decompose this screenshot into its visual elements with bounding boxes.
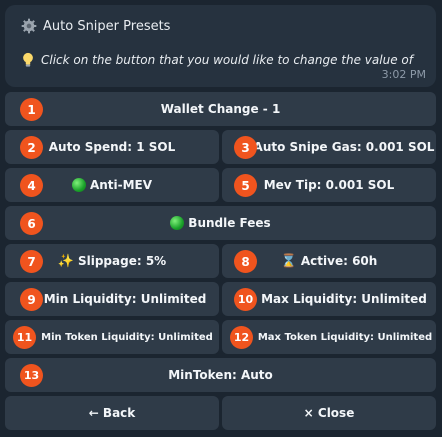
back-label: ← Back (88, 406, 136, 420)
min-liquidity-button[interactable]: 9 Min Liquidity: Unlimited (5, 282, 219, 316)
sparkles-icon: ✨ (57, 253, 74, 269)
badge-12: 12 (230, 326, 253, 349)
slippage-button[interactable]: 7 ✨ Slippage: 5% (5, 244, 219, 278)
badge-13: 13 (20, 364, 43, 387)
max-token-liquidity-button[interactable]: 12 Max Token Liquidity: Unlimited (222, 320, 436, 354)
bundle-fees-label: Bundle Fees (188, 216, 271, 230)
gear-icon (21, 18, 37, 34)
auto-spend-button[interactable]: 2 Auto Spend: 1 SOL (5, 130, 219, 164)
mev-tip-button[interactable]: 5 Mev Tip: 0.001 SOL (222, 168, 436, 202)
mev-tip-label: Mev Tip: 0.001 SOL (263, 178, 395, 192)
anti-mev-label: Anti-MEV (89, 178, 153, 192)
active-button[interactable]: 8 ⌛ Active: 60h (222, 244, 436, 278)
badge-11: 11 (13, 326, 36, 349)
auto-spend-label: Auto Spend: 1 SOL (48, 140, 176, 154)
badge-8: 8 (234, 250, 257, 273)
max-liquidity-button[interactable]: 10 Max Liquidity: Unlimited (222, 282, 436, 316)
min-token-button[interactable]: 13 MinToken: Auto (5, 358, 436, 392)
message-bubble: Auto Sniper Presets Click on the button … (5, 5, 436, 87)
badge-4: 4 (20, 174, 43, 197)
wallet-change-button[interactable]: 1 Wallet Change - 1 (5, 92, 436, 126)
min-liquidity-label: Min Liquidity: Unlimited (43, 292, 207, 306)
close-label: × Close (303, 406, 355, 420)
message-timestamp: 3:02 PM (381, 68, 426, 81)
message-title: Auto Sniper Presets (21, 18, 170, 34)
badge-9: 9 (20, 288, 43, 311)
min-token-label: MinToken: Auto (168, 368, 273, 382)
active-label: Active: 60h (300, 254, 378, 268)
min-token-liquidity-button[interactable]: 11 Min Token Liquidity: Unlimited (5, 320, 219, 354)
back-button[interactable]: ← Back (5, 396, 219, 430)
green-circle-icon (71, 178, 86, 192)
message-body-text: Click on the button that you would like … (41, 53, 413, 67)
auto-snipe-gas-button[interactable]: 3 Auto Snipe Gas: 0.001 SOL (222, 130, 436, 164)
badge-1: 1 (20, 98, 43, 121)
badge-7: 7 (20, 250, 43, 273)
close-button[interactable]: × Close (222, 396, 436, 430)
wallet-change-label: Wallet Change - 1 (160, 102, 281, 116)
message-body: Click on the button that you would like … (21, 52, 413, 68)
max-liquidity-label: Max Liquidity: Unlimited (261, 292, 427, 306)
slippage-label: Slippage: 5% (77, 254, 167, 268)
hourglass-icon: ⌛ (280, 253, 297, 269)
bundle-fees-button[interactable]: 6 Bundle Fees (5, 206, 436, 240)
badge-3: 3 (234, 136, 257, 159)
lightbulb-icon (23, 52, 33, 67)
message-title-text: Auto Sniper Presets (43, 18, 171, 34)
min-token-liquidity-label: Min Token Liquidity: Unlimited (41, 331, 213, 343)
badge-5: 5 (234, 174, 257, 197)
green-circle-icon (170, 216, 185, 230)
badge-6: 6 (20, 212, 43, 235)
max-token-liquidity-label: Max Token Liquidity: Unlimited (257, 331, 433, 343)
badge-10: 10 (234, 288, 257, 311)
anti-mev-button[interactable]: 4 Anti-MEV (5, 168, 219, 202)
badge-2: 2 (20, 136, 43, 159)
